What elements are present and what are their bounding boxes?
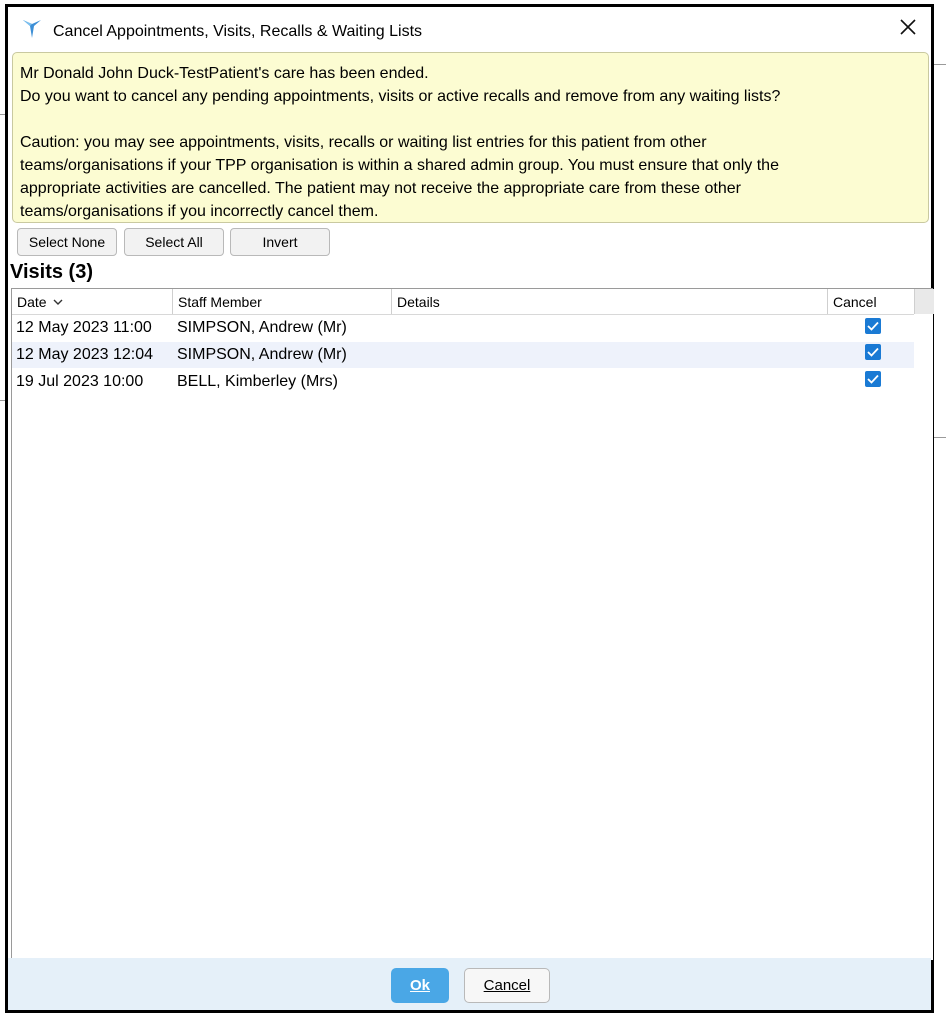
cell-date: 12 May 2023 11:00 [16,319,152,336]
table-row[interactable]: 12 May 2023 12:04 SIMPSON, Andrew (Mr) [12,342,914,368]
tpp-systmone-logo-icon [20,16,44,40]
background-divider [934,64,946,65]
cell-date: 12 May 2023 12:04 [16,346,153,363]
cancel-button-label: Cancel [483,977,531,994]
column-header-staff-member[interactable]: Staff Member [173,289,392,314]
caution-line: Caution: you may see appointments, visit… [20,134,707,151]
cancel-question-message: Do you want to cancel any pending appoin… [20,88,781,105]
select-all-button[interactable]: Select All [124,228,224,256]
cell-staff-member: SIMPSON, Andrew (Mr) [177,319,347,336]
caution-line: teams/organisations if you incorrectly c… [20,203,379,220]
title-bar: Cancel Appointments, Visits, Recalls & W… [8,7,931,53]
cell-staff-member: BELL, Kimberley (Mrs) [177,373,338,390]
select-none-button[interactable]: Select None [17,228,117,256]
ok-button-label: Ok [409,977,430,994]
table-header: Date Staff Member Details Cancel [12,289,914,315]
cancel-checkbox[interactable] [865,371,881,387]
info-message-box: Mr Donald John Duck-TestPatient's care h… [12,52,929,223]
scrollbar-corner [914,289,934,314]
cancel-appointments-dialog: Cancel Appointments, Visits, Recalls & W… [5,4,934,1013]
care-ended-message: Mr Donald John Duck-TestPatient's care h… [20,65,429,82]
caution-line: appropriate activities are cancelled. Th… [20,180,741,197]
visits-section-title: Visits (3) [10,261,93,283]
column-header-label: Cancel [833,293,877,310]
checkmark-icon [867,347,879,357]
column-header-cancel[interactable]: Cancel [828,289,914,314]
column-header-label: Date [17,293,47,310]
close-button[interactable] [887,9,929,49]
column-header-label: Details [397,293,440,310]
cancel-checkbox[interactable] [865,318,881,334]
cancel-checkbox[interactable] [865,344,881,360]
caution-line: teams/organisations if your TPP organisa… [20,157,779,174]
table-row[interactable]: 12 May 2023 11:00 SIMPSON, Andrew (Mr) [12,315,914,341]
column-header-details[interactable]: Details [392,289,828,314]
table-row[interactable]: 19 Jul 2023 10:00 BELL, Kimberley (Mrs) [12,369,914,395]
invert-button[interactable]: Invert [230,228,330,256]
column-header-date[interactable]: Date [12,289,173,314]
ok-button[interactable]: Ok [391,968,449,1003]
column-header-label: Staff Member [178,293,262,310]
close-icon [900,18,916,40]
background-divider [934,437,946,438]
dialog-title: Cancel Appointments, Visits, Recalls & W… [53,23,423,40]
cell-date: 19 Jul 2023 10:00 [16,373,144,390]
cancel-button[interactable]: Cancel [464,968,550,1003]
chevron-down-icon [53,298,63,306]
cell-staff-member: SIMPSON, Andrew (Mr) [177,346,347,363]
dialog-footer: Ok Cancel [8,958,931,1010]
checkmark-icon [867,321,879,331]
visits-table: Date Staff Member Details Cancel 12 May … [11,288,934,960]
checkmark-icon [867,374,879,384]
